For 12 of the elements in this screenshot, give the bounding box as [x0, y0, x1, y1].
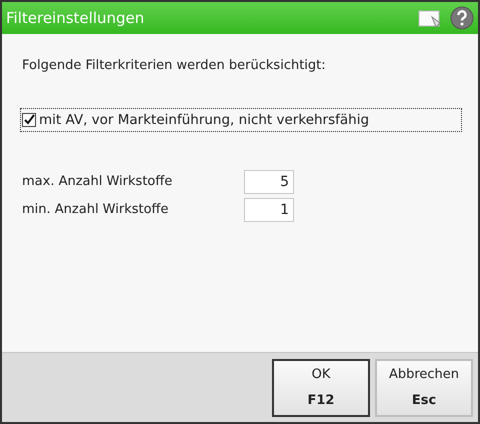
intro-text: Folgende Filterkriterien werden berücksichtigt: — [22, 57, 327, 75]
checkmark-icon — [24, 114, 34, 126]
number-field[interactable]: 5 — [244, 170, 294, 194]
criterion-checkbox[interactable]: mit AV, vor Markteinführung, nicht verkehrsfähig — [20, 108, 462, 132]
checkbox[interactable] — [22, 112, 36, 127]
dialog-button[interactable]: OK F12 — [272, 358, 370, 416]
field-label: min. Anzahl Wirkstoffe — [22, 201, 170, 219]
window-title: Filtereinstellungen — [6, 8, 146, 29]
help-icon[interactable] — [450, 6, 474, 30]
number-field[interactable]: 1 — [244, 198, 294, 222]
dialog-button[interactable]: Abbrechen Esc — [375, 358, 473, 416]
field-label: max. Anzahl Wirkstoffe — [22, 173, 174, 191]
